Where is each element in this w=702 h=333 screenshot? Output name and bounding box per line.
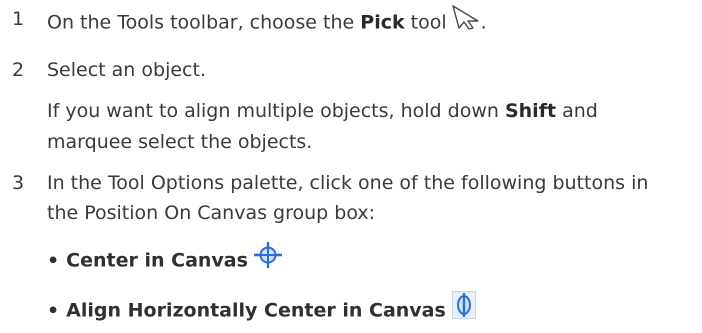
shift-key-label: Shift — [504, 100, 557, 122]
step-2-note-line2: marquee select the objects. — [47, 131, 313, 153]
option-align-horizontal-center: • Align Horizontally Center in Canvas — [47, 291, 476, 329]
step-text: Select an object. — [47, 59, 206, 81]
pick-tool-icon — [451, 4, 481, 38]
bullet: • — [47, 249, 60, 272]
align-horizontal-center-icon — [451, 291, 476, 327]
step-number: 1 — [12, 8, 25, 30]
step-text-end: . — [480, 11, 487, 34]
step-text-post: tool — [404, 11, 447, 34]
step-number: 3 — [12, 172, 25, 194]
option-center-in-canvas: • Center in Canvas — [47, 242, 282, 278]
step-text: In the Tool Options palette, click one o… — [47, 172, 649, 194]
step-text-pre: On the Tools toolbar, choose the — [47, 11, 361, 34]
option-label: Align Horizontally Center in Canvas — [66, 299, 446, 322]
note-post: and — [556, 100, 598, 122]
step-number: 2 — [12, 59, 25, 81]
step-3-line2: the Position On Canvas group box: — [47, 202, 376, 224]
step-2-note: If you want to align multiple objects, h… — [47, 98, 598, 125]
pick-label: Pick — [360, 11, 405, 34]
center-in-canvas-icon — [253, 242, 282, 276]
bullet: • — [47, 299, 60, 322]
note-pre: If you want to align multiple objects, h… — [47, 100, 505, 122]
step-text: On the Tools toolbar, choose the Pick to… — [47, 4, 487, 40]
option-label: Center in Canvas — [66, 249, 248, 272]
